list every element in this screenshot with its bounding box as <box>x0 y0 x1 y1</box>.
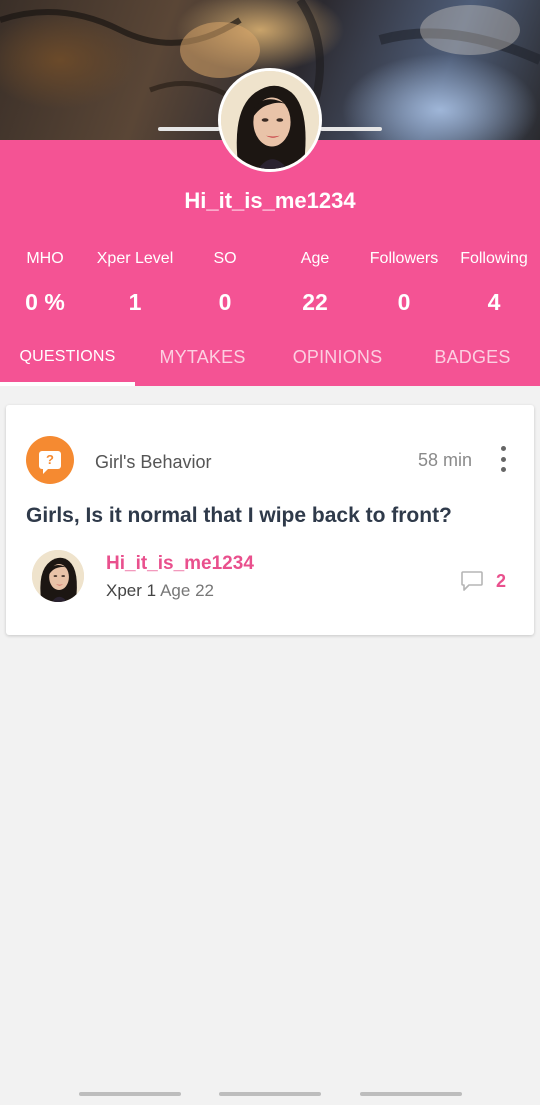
stat-value: 1 <box>128 289 142 315</box>
nav-home-button[interactable] <box>219 1092 321 1096</box>
stat-value: 0 <box>218 289 232 315</box>
profile-username: Hi_it_is_me1234 <box>184 188 356 213</box>
stat-followers[interactable]: Followers 0 <box>359 248 449 316</box>
stat-value: 0 <box>397 289 411 315</box>
stat-label: MHO <box>26 250 64 267</box>
system-nav-bar <box>0 1085 540 1105</box>
stat-label: Followers <box>369 250 439 267</box>
comment-icon <box>461 571 483 591</box>
profile-tabs: QUESTIONS MYTAKES OPINIONS BADGES <box>0 340 540 386</box>
stat-label: Following <box>460 250 528 267</box>
author-age: Age 22 <box>160 581 214 600</box>
author-avatar[interactable] <box>32 550 84 602</box>
tab-badges[interactable]: BADGES <box>405 340 540 386</box>
stat-xper-level[interactable]: Xper Level 1 <box>90 248 180 316</box>
author-meta: Xper 1 Age 22 <box>106 581 214 601</box>
cover-handle-right <box>320 127 382 131</box>
question-category[interactable]: Girl's Behavior <box>95 452 211 473</box>
question-card[interactable]: ? Girl's Behavior 58 min Girls, Is it no… <box>6 405 534 635</box>
nav-back-button[interactable] <box>360 1092 462 1096</box>
category-icon-glyph: ? <box>39 451 61 474</box>
question-title[interactable]: Girls, Is it normal that I wipe back to … <box>26 504 526 528</box>
stat-mho[interactable]: MHO 0 % <box>0 248 90 316</box>
question-time: 58 min <box>417 450 472 470</box>
tab-mytakes[interactable]: MYTAKES <box>135 340 270 386</box>
stat-label: Xper Level <box>96 250 174 267</box>
question-bubble-icon: ? <box>26 436 74 484</box>
stat-label: Age <box>300 250 330 267</box>
profile-avatar[interactable] <box>218 68 322 172</box>
comment-count: 2 <box>496 570 507 591</box>
cover-handle-left <box>158 127 220 131</box>
more-options-icon[interactable] <box>495 446 511 472</box>
stat-so[interactable]: SO 0 <box>180 248 270 316</box>
stat-age[interactable]: Age 22 <box>270 248 360 316</box>
nav-recent-button[interactable] <box>79 1092 181 1096</box>
author-xper: Xper 1 <box>106 581 157 600</box>
stat-label: SO <box>213 250 237 267</box>
stat-following[interactable]: Following 4 <box>449 248 539 316</box>
stat-value: 22 <box>302 289 328 315</box>
tab-questions[interactable]: QUESTIONS <box>0 340 135 386</box>
author-name[interactable]: Hi_it_is_me1234 <box>106 553 254 575</box>
comments-button[interactable]: 2 <box>460 570 506 592</box>
stat-value: 0 % <box>25 289 65 315</box>
stat-value: 4 <box>487 289 501 315</box>
tab-opinions[interactable]: OPINIONS <box>270 340 405 386</box>
profile-stats: MHO 0 % Xper Level 1 SO 0 Age 22 Followe… <box>0 248 540 323</box>
